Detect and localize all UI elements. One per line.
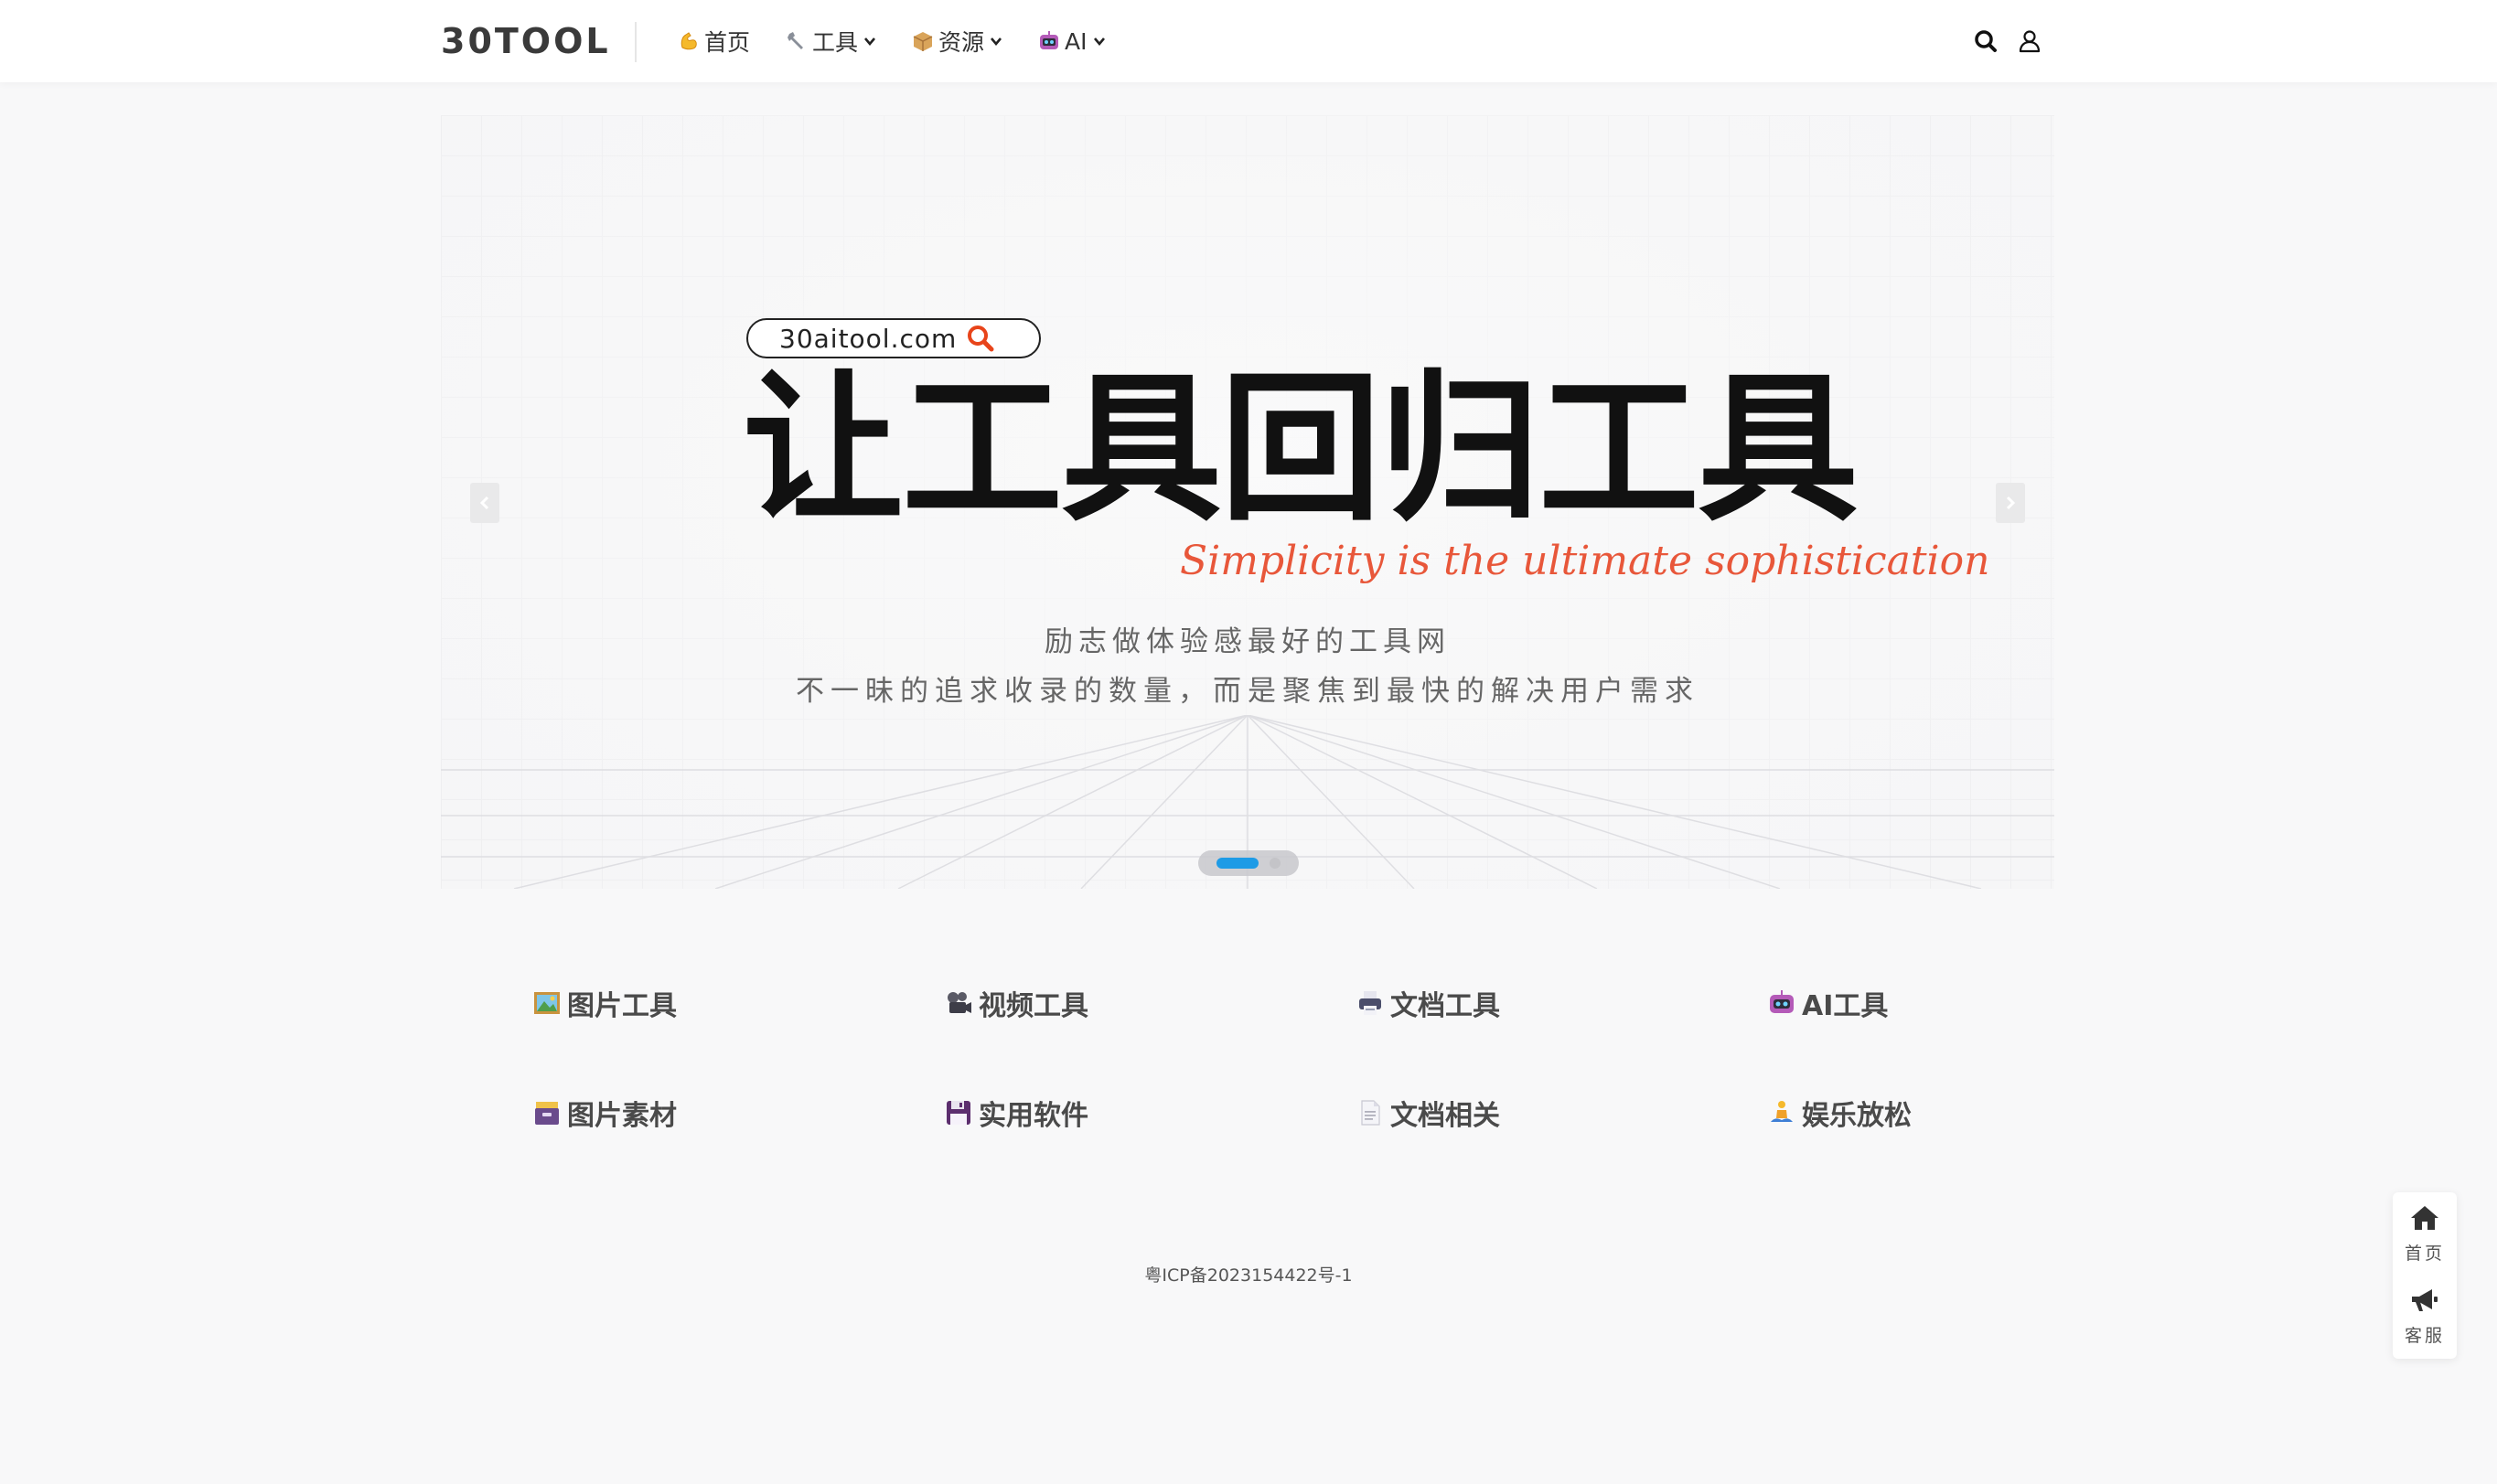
chevron-left-icon (479, 496, 489, 510)
side-home-button[interactable]: 首页 (2393, 1192, 2457, 1271)
carousel-pagination (1198, 850, 1299, 876)
header-divider (635, 22, 637, 62)
nav-ai-label: AI (1065, 27, 1088, 55)
main-nav: 首页 工具 资源 AI (677, 20, 1141, 62)
category-document-related[interactable]: 文档相关 (1356, 1090, 1500, 1136)
user-button[interactable] (2014, 26, 2045, 57)
nav-resources-label: 资源 (938, 29, 985, 56)
hero-subtitle-1: 励志做体验感最好的工具网 (1045, 625, 1451, 658)
megaphone-icon (2412, 1289, 2438, 1311)
nav-home-label: 首页 (704, 29, 751, 56)
search-icon (968, 326, 994, 352)
category-entertainment[interactable]: 娱乐放松 (1767, 1090, 1912, 1136)
category-useful-software[interactable]: 实用软件 (944, 1090, 1088, 1136)
nav-tools[interactable]: 工具 (785, 25, 876, 58)
header-actions (1957, 26, 2045, 57)
nav-resources[interactable]: 资源 (911, 25, 1002, 58)
category-video-tools[interactable]: 视频工具 (944, 980, 1088, 1026)
carousel-next-button[interactable] (1996, 483, 2025, 523)
search-icon (1975, 30, 1997, 52)
user-icon (2019, 30, 2041, 53)
banner-url-text: 30aitool.com (779, 323, 958, 354)
package-icon (913, 32, 933, 51)
hero-subtitle-2: 不一昧的追求收录的数量，而是聚焦到最快的解决用户需求 (796, 675, 1699, 708)
icp-record-link[interactable]: 粤ICP备2023154422号-1 (0, 1262, 2497, 1286)
side-home-label: 首页 (2404, 1244, 2445, 1264)
chevron-down-icon (864, 37, 876, 47)
category-label: 实用软件 (979, 1100, 1088, 1132)
card-file-box-icon (535, 1102, 559, 1125)
chevron-down-icon (1093, 37, 1105, 47)
nav-home[interactable]: 首页 (677, 25, 750, 58)
category-label: 文档相关 (1390, 1100, 1500, 1132)
top-navbar: 30TOOL 首页 工具 资源 AI (0, 0, 2497, 82)
person-in-lotus-position-icon (1771, 1101, 1793, 1122)
flexed-biceps-icon (681, 32, 697, 50)
banner-url-pill: 30aitool.com (746, 318, 1041, 358)
category-label: AI工具 (1802, 990, 1889, 1022)
category-image-tools[interactable]: 图片工具 (532, 980, 677, 1026)
floating-sidebar: 首页 客服 (2393, 1192, 2457, 1359)
carousel-dot[interactable] (1270, 858, 1281, 869)
framed-picture-icon (534, 992, 560, 1014)
robot-icon (1040, 31, 1059, 49)
search-button[interactable] (1970, 26, 2001, 57)
carousel-dot-active[interactable] (1216, 858, 1259, 869)
film-projector-icon (948, 992, 971, 1013)
category-document-tools[interactable]: 文档工具 (1356, 980, 1500, 1026)
category-label: 图片工具 (567, 990, 677, 1022)
category-label: 视频工具 (979, 990, 1088, 1022)
category-label: 娱乐放松 (1802, 1100, 1912, 1132)
site-logo[interactable]: 30TOOL (441, 18, 611, 64)
nav-ai[interactable]: AI (1037, 28, 1105, 55)
category-label: 图片素材 (567, 1100, 677, 1132)
carousel-prev-button[interactable] (470, 483, 499, 523)
side-service-label: 客服 (2404, 1326, 2445, 1346)
category-label: 文档工具 (1390, 990, 1500, 1022)
hero-script-tagline: Simplicity is the ultimate sophisticatio… (1180, 538, 1990, 584)
hero-title: 让工具回归工具 (743, 356, 1859, 543)
wrench-icon (788, 32, 804, 49)
page-facing-up-icon (1361, 1100, 1380, 1126)
category-image-assets[interactable]: 图片素材 (532, 1090, 677, 1136)
chevron-right-icon (2006, 496, 2016, 510)
hero-carousel: 30aitool.com 让工具回归工具 Simplicity is the u… (441, 115, 2054, 889)
category-ai-tools[interactable]: AI工具 (1767, 980, 1888, 1026)
printer-icon (1359, 991, 1381, 1015)
side-service-button[interactable]: 客服 (2393, 1275, 2457, 1353)
home-icon (2411, 1206, 2438, 1230)
floppy-disk-icon (947, 1101, 970, 1125)
chevron-down-icon (991, 37, 1002, 47)
nav-tools-label: 工具 (812, 29, 859, 56)
robot-icon (1770, 990, 1794, 1013)
